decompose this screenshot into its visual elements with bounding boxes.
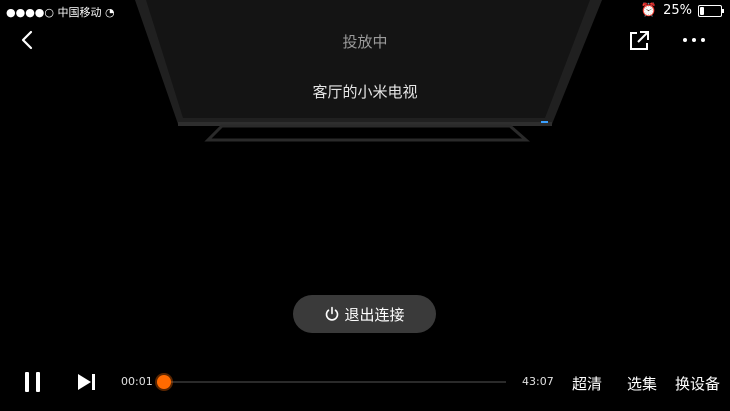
disconnect-button[interactable]: 退出连接 (293, 295, 436, 333)
progress-slider[interactable] (157, 375, 506, 389)
tv-illustration (135, 0, 602, 142)
current-time: 00:01 (121, 375, 153, 388)
episodes-button[interactable]: 选集 (627, 373, 657, 394)
progress-knob[interactable] (157, 375, 172, 389)
page-title: 投放中 (342, 33, 388, 51)
next-icon[interactable] (76, 372, 98, 392)
pause-icon[interactable] (22, 370, 44, 394)
power-icon (326, 306, 339, 321)
disconnect-label: 退出连接 (344, 305, 405, 324)
device-name: 客厅的小米电视 (312, 83, 418, 101)
tv-power-led (541, 121, 548, 123)
total-time: 43:07 (522, 375, 554, 388)
switch-device-button[interactable]: 换设备 (675, 373, 720, 394)
more-icon[interactable] (680, 30, 708, 50)
quality-button[interactable]: 超清 (572, 373, 602, 394)
tv-stand (204, 124, 530, 142)
share-icon[interactable] (627, 29, 651, 53)
